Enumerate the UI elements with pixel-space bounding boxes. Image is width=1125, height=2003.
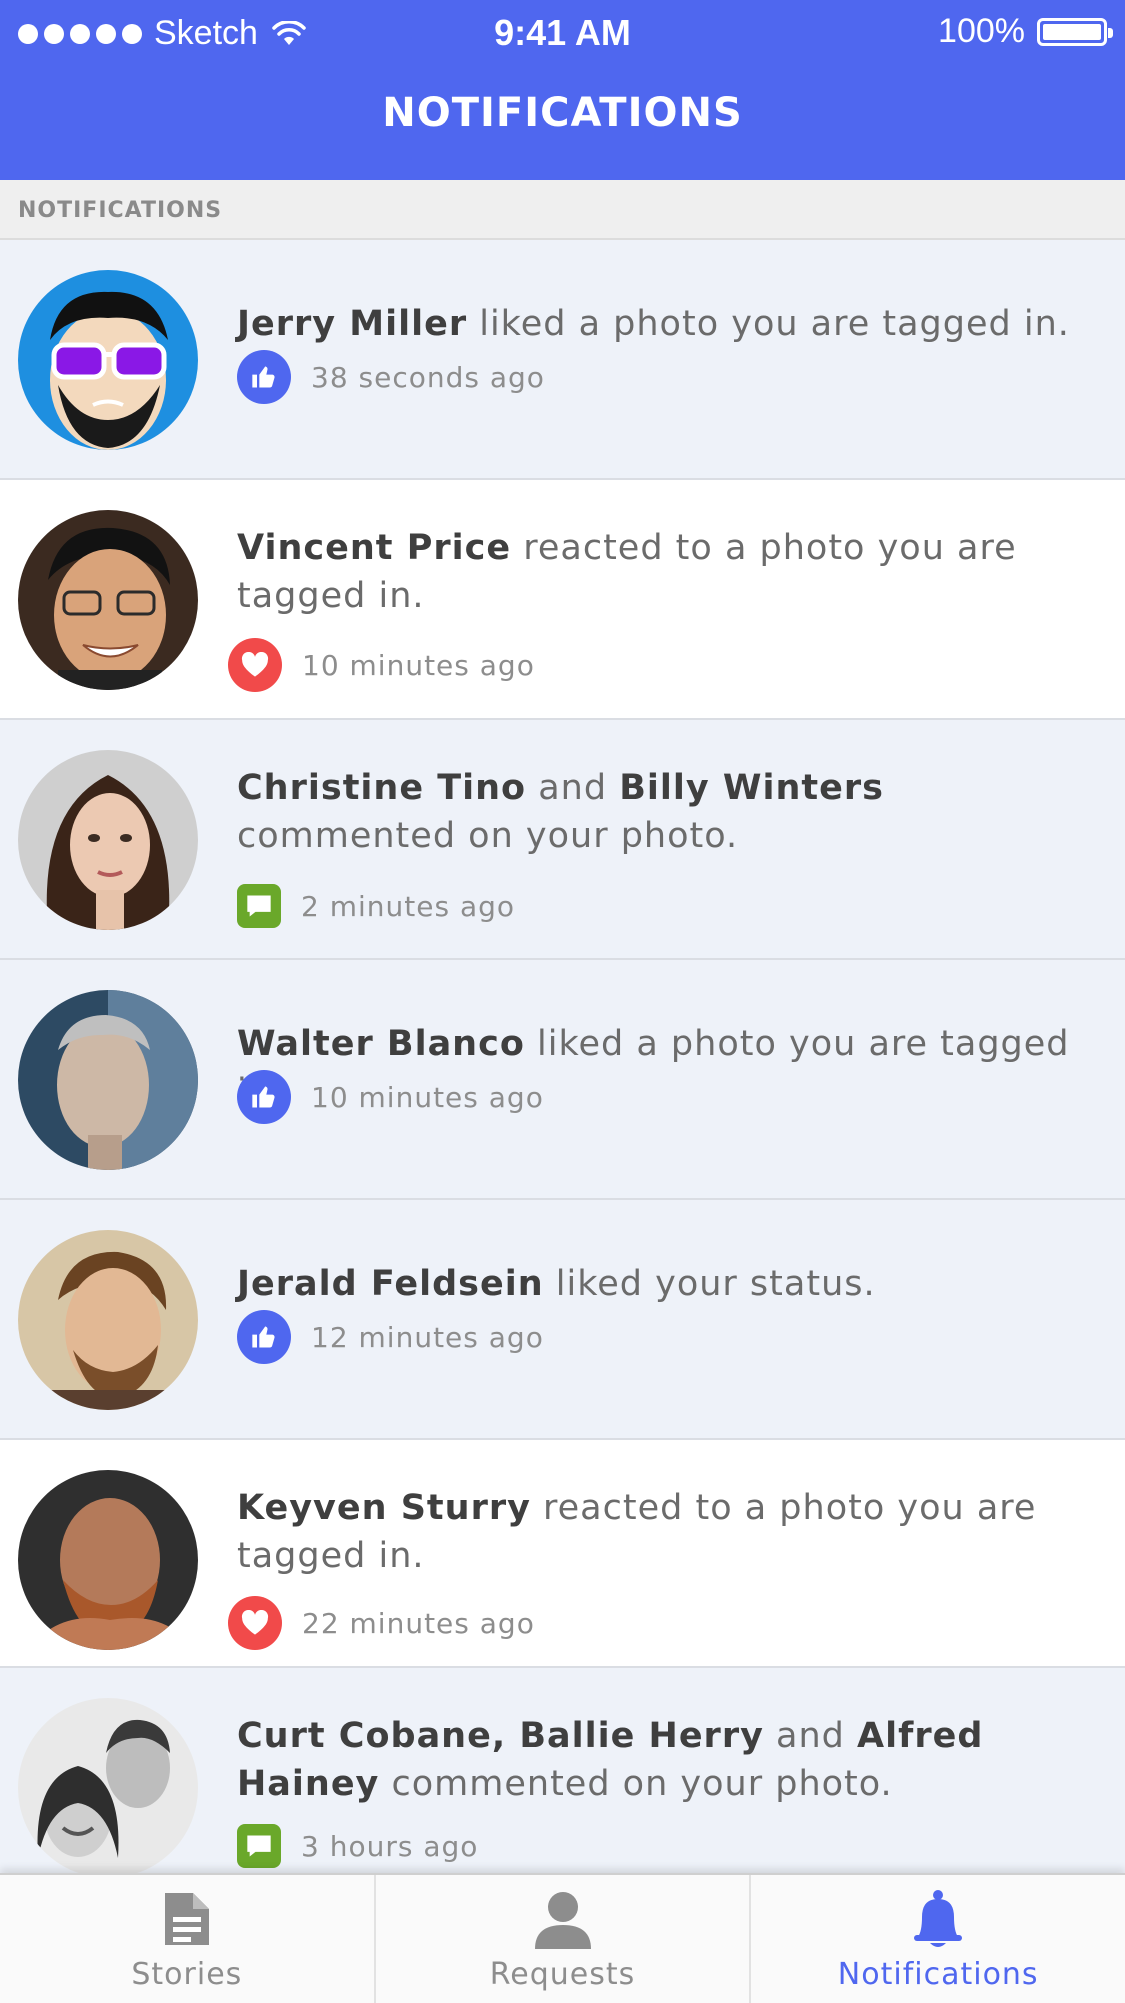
notification-time: 22 minutes ago <box>302 1606 535 1640</box>
avatar[interactable] <box>18 270 198 450</box>
avatar[interactable] <box>18 990 198 1170</box>
avatar[interactable] <box>18 750 198 930</box>
tab-stories[interactable]: Stories <box>0 1875 376 2003</box>
like-icon <box>237 350 291 404</box>
section-label: NOTIFICATIONS <box>18 198 223 223</box>
notification-item[interactable]: Curt Cobane, Ballie Herry and Alfred Hai… <box>0 1668 1125 1908</box>
notification-list: Jerry Miller liked a photo you are tagge… <box>0 240 1125 1908</box>
like-icon <box>237 1310 291 1364</box>
section-header: NOTIFICATIONS <box>0 180 1125 240</box>
heart-icon <box>228 638 282 692</box>
tab-bar: Stories Requests Notifications <box>0 1873 1125 2003</box>
comment-icon <box>237 1824 281 1868</box>
person-icon <box>534 1892 591 1949</box>
avatar[interactable] <box>18 1470 198 1650</box>
notification-item[interactable]: Jerald Feldsein liked your status. 12 mi… <box>0 1200 1125 1440</box>
tab-label: Stories <box>131 1957 243 1992</box>
notification-meta: 12 minutes ago <box>237 1310 544 1364</box>
document-icon <box>164 1893 209 1945</box>
notification-time: 3 hours ago <box>301 1829 479 1863</box>
notification-meta: 10 minutes ago <box>228 638 535 692</box>
tab-notifications[interactable]: Notifications <box>751 1875 1125 2003</box>
comment-icon <box>237 884 281 928</box>
notification-item[interactable]: Keyven Sturry reacted to a photo you are… <box>0 1440 1125 1668</box>
notification-meta: 38 seconds ago <box>237 350 545 404</box>
notification-meta: 10 minutes ago <box>237 1070 544 1124</box>
like-icon <box>237 1070 291 1124</box>
tab-label: Notifications <box>837 1957 1039 1992</box>
top-bar: Sketch 9:41 AM 100% NOTIFICATIONS <box>0 0 1125 180</box>
tab-requests[interactable]: Requests <box>376 1875 752 2003</box>
notification-item[interactable]: Jerry Miller liked a photo you are tagge… <box>0 240 1125 480</box>
heart-icon <box>228 1596 282 1650</box>
notification-time: 38 seconds ago <box>311 360 545 394</box>
notification-text: Christine Tino and Billy Winters comment… <box>237 768 884 856</box>
notification-meta: 3 hours ago <box>237 1824 478 1868</box>
status-bar: Sketch 9:41 AM 100% <box>0 0 1125 68</box>
notification-time: 10 minutes ago <box>302 648 535 682</box>
battery-percent: 100% <box>938 12 1025 50</box>
tab-label: Requests <box>489 1957 636 1992</box>
notification-time: 10 minutes ago <box>311 1080 544 1114</box>
notification-text: Jerry Miller liked a photo you are tagge… <box>237 304 1070 344</box>
notification-time: 2 minutes ago <box>301 889 516 923</box>
notification-text: Keyven Sturry reacted to a photo you are… <box>237 1488 1037 1576</box>
battery-icon <box>1037 17 1113 46</box>
notification-item[interactable]: Walter Blanco liked a photo you are tagg… <box>0 960 1125 1200</box>
avatar[interactable] <box>18 510 198 690</box>
notification-item[interactable]: Vincent Price reacted to a photo you are… <box>0 480 1125 720</box>
notification-text: Vincent Price reacted to a photo you are… <box>237 528 1017 616</box>
notification-text: Curt Cobane, Ballie Herry and Alfred Hai… <box>237 1716 984 1804</box>
bell-icon <box>914 1890 963 1947</box>
page-title: NOTIFICATIONS <box>382 90 743 136</box>
notification-text: Jerald Feldsein liked your status. <box>237 1264 876 1304</box>
avatar[interactable] <box>18 1698 198 1878</box>
notification-meta: 22 minutes ago <box>228 1596 535 1650</box>
notification-meta: 2 minutes ago <box>237 884 515 928</box>
notification-time: 12 minutes ago <box>311 1320 544 1354</box>
notification-item[interactable]: Christine Tino and Billy Winters comment… <box>0 720 1125 960</box>
avatar[interactable] <box>18 1230 198 1410</box>
